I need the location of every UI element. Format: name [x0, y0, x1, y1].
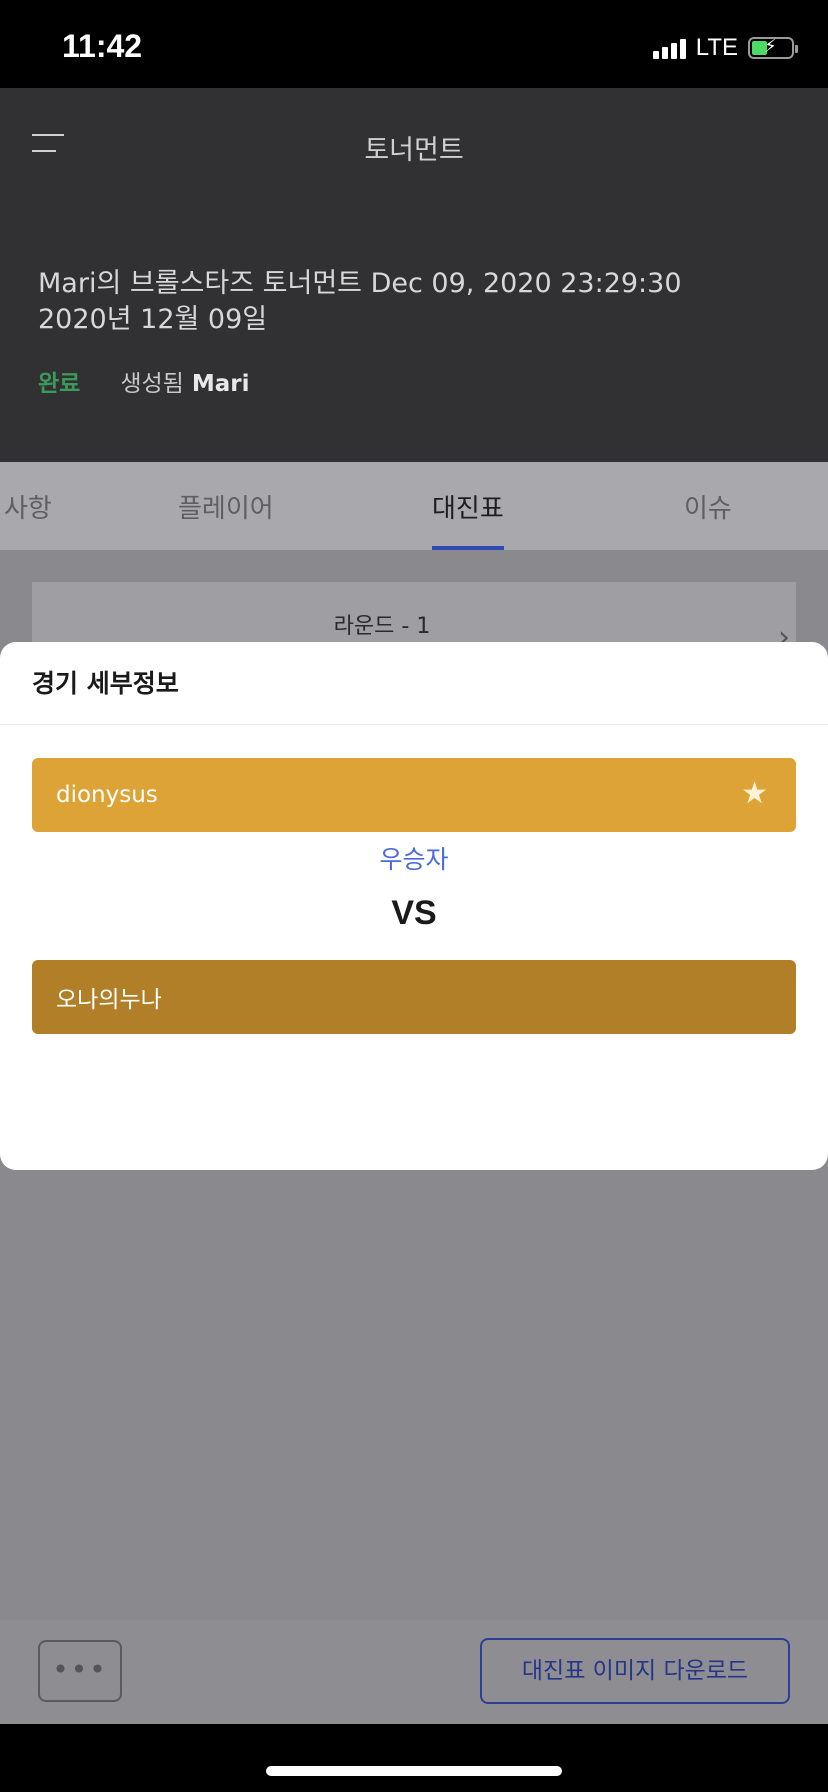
- more-button[interactable]: •••: [38, 1640, 122, 1702]
- divider: [0, 724, 828, 725]
- player1-name: dionysus: [56, 782, 158, 808]
- tournament-title: Mari의 브롤스타즈 토너먼트 Dec 09, 2020 23:29:30 2…: [38, 266, 798, 338]
- tab-notice[interactable]: 사항: [4, 488, 52, 525]
- match-details-sheet: 경기 세부정보 dionysus ★ 우승자 VS 오나의누나: [0, 642, 828, 1170]
- player1-card[interactable]: dionysus ★: [32, 758, 796, 832]
- created-label: 생성됨: [120, 371, 184, 397]
- creator-name: Mari: [191, 371, 250, 397]
- tab-bar: 사항 플레이어 대진표 이슈: [0, 462, 828, 550]
- tournament-date: 2020년 12월 09일: [38, 304, 268, 335]
- player2-name: 오나의누나: [56, 987, 162, 1013]
- home-area: [0, 1724, 828, 1792]
- round-label: 라운드 - 1: [333, 614, 431, 639]
- battery-icon: ⚡: [748, 36, 798, 59]
- signal-icon: [652, 37, 686, 59]
- status-indicators: LTE ⚡: [652, 34, 798, 62]
- page-title: 토너먼트: [364, 135, 464, 166]
- winner-label: 우승자: [379, 845, 449, 874]
- star-icon: ★: [741, 776, 768, 811]
- tab-players[interactable]: 플레이어: [178, 488, 274, 525]
- tournament-name: Mari의 브롤스타즈 토너먼트 Dec 09, 2020 23:29:30: [38, 268, 682, 299]
- network-label: LTE: [695, 34, 738, 61]
- bottom-bar: ••• 대진표 이미지 다운로드: [0, 1620, 828, 1724]
- header: 토너먼트 Mari의 브롤스타즈 토너먼트 Dec 09, 2020 23:29…: [0, 88, 828, 462]
- sheet-title: 경기 세부정보: [32, 669, 179, 698]
- vs-label: VS: [391, 894, 437, 932]
- status-time: 11:42: [62, 28, 143, 64]
- created-by: 생성됨 Mari: [120, 364, 249, 398]
- player2-card[interactable]: 오나의누나: [32, 960, 796, 1034]
- tab-bracket[interactable]: 대진표: [432, 488, 504, 525]
- tab-issues[interactable]: 이슈: [684, 488, 732, 525]
- home-indicator[interactable]: [266, 1766, 562, 1776]
- download-bracket-image-button[interactable]: 대진표 이미지 다운로드: [480, 1638, 790, 1704]
- status-badge: 완료: [38, 371, 81, 397]
- status-bar: 11:42 LTE ⚡: [0, 0, 828, 88]
- tournament-meta: 완료 생성됨 Mari: [38, 364, 249, 398]
